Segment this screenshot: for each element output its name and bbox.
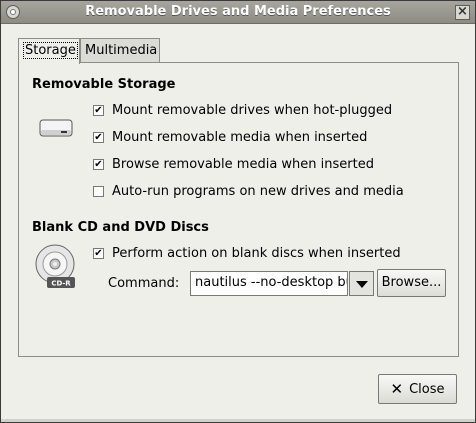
option-browse-media[interactable]: Browse removable media when inserted <box>93 155 374 173</box>
window-title: Removable Drives and Media Preferences <box>85 4 391 19</box>
command-label: Command: <box>108 276 180 291</box>
window-close-icon[interactable]: × <box>455 5 470 20</box>
option-autorun-label: Auto-run programs on new drives and medi… <box>112 183 404 199</box>
checkbox-perform-action[interactable] <box>93 247 104 259</box>
x-icon: ✕ <box>390 380 404 398</box>
cd-badge: CD-R <box>51 280 71 288</box>
option-mount-drives[interactable]: Mount removable drives when hot-plugged <box>93 101 392 119</box>
command-dropdown-button[interactable] <box>349 271 374 296</box>
drive-icon <box>39 119 73 137</box>
browse-button[interactable]: Browse... <box>377 269 446 297</box>
cd-icon: CD-R <box>35 244 75 288</box>
option-mount-media[interactable]: Mount removable media when inserted <box>93 128 367 146</box>
title-bar[interactable]: Removable Drives and Media Preferences × <box>1 1 475 24</box>
removable-storage-heading: Removable Storage <box>32 77 176 92</box>
checkbox-browse-media[interactable] <box>93 158 104 170</box>
option-mount-media-label: Mount removable media when inserted <box>112 129 368 145</box>
option-mount-drives-label: Mount removable drives when hot-plugged <box>112 102 393 118</box>
tab-multimedia[interactable]: Multimedia <box>80 38 160 62</box>
window-bottom-edge <box>1 419 475 422</box>
tab-multimedia-label: Multimedia <box>85 43 158 58</box>
option-perform-action-label: Perform action on blank discs when inser… <box>112 245 401 261</box>
checkbox-mount-drives[interactable] <box>93 104 104 116</box>
blank-discs-heading: Blank CD and DVD Discs <box>32 220 209 235</box>
checkbox-mount-media[interactable] <box>93 131 104 143</box>
option-autorun[interactable]: Auto-run programs on new drives and medi… <box>93 182 404 200</box>
checkbox-autorun[interactable] <box>93 185 104 197</box>
option-browse-media-label: Browse removable media when inserted <box>112 156 374 172</box>
tab-storage[interactable]: Storage <box>18 38 80 64</box>
close-button-label: Close <box>409 381 445 397</box>
option-perform-action[interactable]: Perform action on blank discs when inser… <box>93 244 401 262</box>
tab-storage-label: Storage <box>23 42 78 59</box>
dialog-window: Removable Drives and Media Preferences ×… <box>0 0 476 423</box>
close-button[interactable]: ✕ Close <box>378 374 457 404</box>
command-input[interactable]: nautilus --no-desktop bu <box>190 271 348 296</box>
